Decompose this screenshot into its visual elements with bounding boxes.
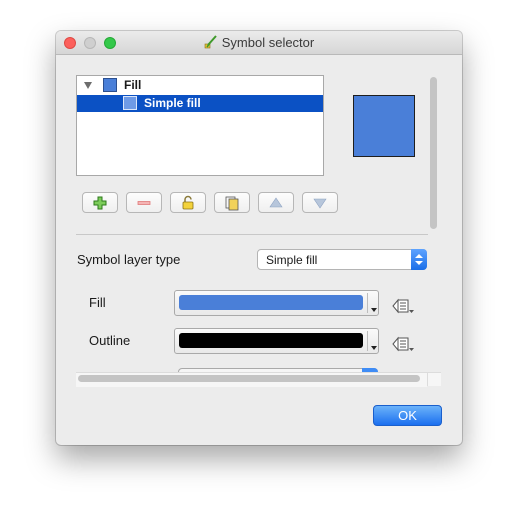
symbol-selector-window: Symbol selector Fill Simple fill Symbol … bbox=[56, 31, 462, 445]
fill-label: Fill bbox=[89, 295, 106, 310]
fill-data-defined-button[interactable] bbox=[392, 297, 418, 319]
duplicate-icon bbox=[225, 196, 239, 210]
tree-item-fill[interactable]: Fill bbox=[77, 77, 323, 94]
symbol-layer-type-select[interactable]: Simple fill bbox=[257, 249, 427, 270]
select-stepper-icon[interactable] bbox=[411, 249, 427, 270]
window-title: Symbol selector bbox=[221, 35, 315, 50]
symbol-layer-type-label: Symbol layer type bbox=[77, 252, 181, 267]
fill-color-swatch bbox=[179, 295, 363, 310]
move-down-button[interactable] bbox=[302, 192, 338, 213]
separator bbox=[76, 234, 428, 235]
fill-swatch-icon bbox=[103, 78, 117, 92]
tree-item-label: Simple fill bbox=[144, 96, 201, 110]
lock-icon bbox=[182, 195, 194, 209]
outline-label: Outline bbox=[89, 333, 131, 348]
symbol-layer-tree[interactable]: Fill Simple fill bbox=[76, 75, 324, 176]
move-up-button[interactable] bbox=[258, 192, 294, 213]
add-layer-button[interactable] bbox=[82, 192, 118, 213]
triangle-down-icon bbox=[313, 198, 327, 209]
symbology-brush-icon bbox=[204, 35, 218, 49]
horizontal-scrollbar-thumb[interactable] bbox=[78, 375, 420, 382]
outline-color-button[interactable] bbox=[174, 328, 379, 354]
minus-icon bbox=[137, 200, 151, 205]
duplicate-layer-button[interactable] bbox=[214, 192, 250, 213]
fill-color-button[interactable] bbox=[174, 290, 379, 316]
fill-swatch-icon bbox=[123, 96, 137, 110]
tree-item-label: Fill bbox=[124, 78, 142, 92]
remove-layer-button[interactable] bbox=[126, 192, 162, 213]
chevron-down-icon[interactable] bbox=[371, 346, 377, 350]
outline-color-swatch bbox=[179, 333, 363, 348]
window-title-wrap: Symbol selector bbox=[56, 35, 462, 50]
vertical-scrollbar-thumb[interactable] bbox=[430, 77, 437, 229]
plus-icon bbox=[93, 196, 107, 209]
symbol-layer-type-value: Simple fill bbox=[266, 253, 318, 267]
expand-arrow-icon[interactable] bbox=[84, 82, 92, 89]
outline-data-defined-button[interactable] bbox=[392, 335, 418, 357]
triangle-up-icon bbox=[269, 196, 283, 207]
scrollbar-corner bbox=[427, 372, 441, 386]
chevron-down-icon[interactable] bbox=[371, 308, 377, 312]
lock-layer-button[interactable] bbox=[170, 192, 206, 213]
data-defined-override-icon bbox=[392, 336, 414, 352]
symbol-preview bbox=[353, 95, 415, 157]
title-bar[interactable]: Symbol selector bbox=[56, 31, 462, 55]
data-defined-override-icon bbox=[392, 298, 414, 314]
ok-button[interactable]: OK bbox=[373, 405, 442, 426]
tree-item-simple-fill[interactable]: Simple fill bbox=[77, 95, 323, 112]
